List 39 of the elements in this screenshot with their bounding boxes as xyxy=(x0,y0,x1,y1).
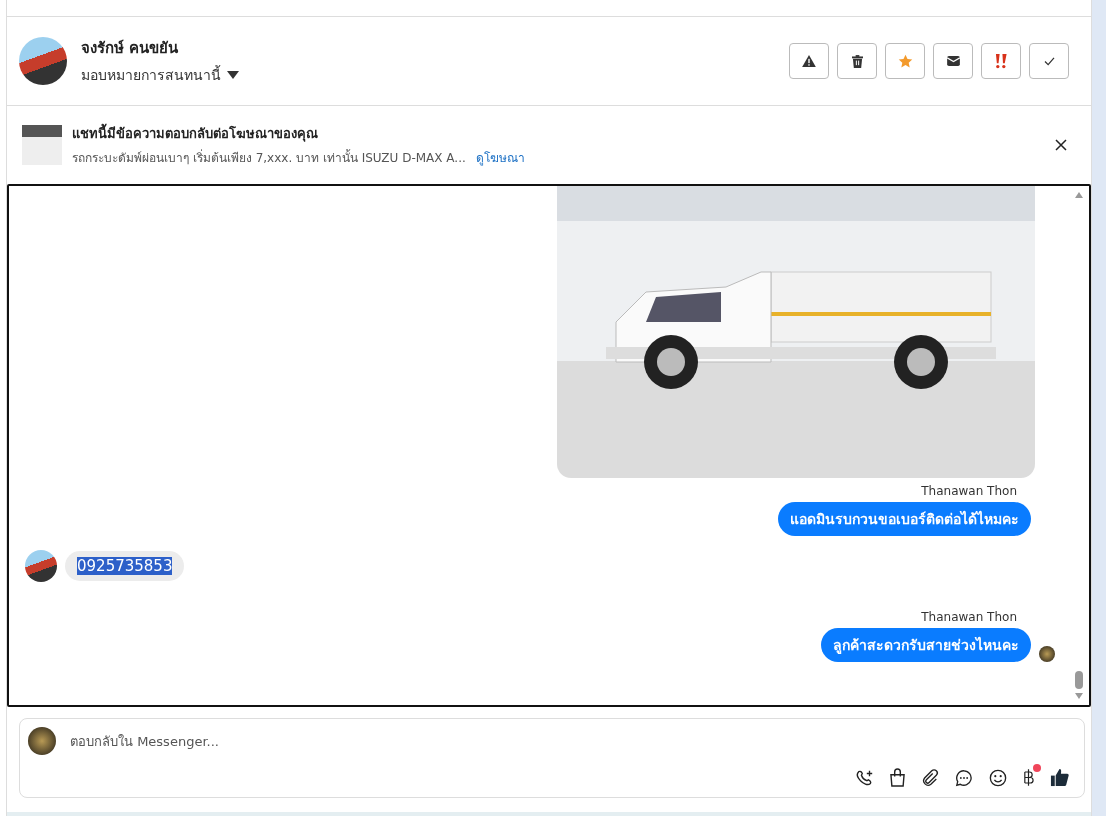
ad-description: รถกระบะดัมพ์ผ่อนเบาๆ เริ่มต้นเพียง 7,xxx. บาท เท่านั้น ISUZU D-MAX A... xyxy=(72,148,466,167)
phone-plus-icon xyxy=(856,768,874,787)
contact-avatar xyxy=(25,550,57,582)
contact-avatar xyxy=(19,37,67,85)
scroll-up-icon xyxy=(1075,192,1083,198)
baht-icon xyxy=(1023,768,1034,787)
scrollbar-thumb[interactable] xyxy=(1075,671,1083,689)
close-icon xyxy=(1055,139,1067,151)
star-icon xyxy=(897,53,913,69)
contact-name: จงรักษ์ คนขยัน xyxy=(81,38,180,59)
speech-bubble-icon xyxy=(955,768,973,787)
bag-button[interactable] xyxy=(887,766,908,789)
report-button[interactable] xyxy=(789,43,829,79)
paperclip-icon xyxy=(921,768,939,787)
ad-reply-notice: แชทนี้มีข้อความตอบกลับต่อโฆษณาของคุณ xyxy=(72,123,1041,144)
page-avatar xyxy=(28,727,56,755)
caret-icon xyxy=(227,71,239,79)
sender-name: Thanawan Thon xyxy=(921,484,1017,498)
message-bubble: ลูกค้าสะดวกรับสายช่วงไหนคะ xyxy=(821,628,1031,662)
thumbs-up-icon xyxy=(1050,768,1069,787)
double-exclamation-icon xyxy=(994,53,1008,69)
delete-button[interactable] xyxy=(837,43,877,79)
view-ad-link[interactable]: ดูโฆษณา xyxy=(475,148,525,167)
message-bubble: แอดมินรบกวนขอเบอร์ติดต่อได้ไหมคะ xyxy=(778,502,1031,536)
sender-name: Thanawan Thon xyxy=(921,610,1017,624)
seen-avatar xyxy=(1039,646,1055,662)
star-button[interactable] xyxy=(885,43,925,79)
checkmark-icon xyxy=(1043,56,1055,66)
mark-unread-button[interactable] xyxy=(933,43,973,79)
priority-button[interactable] xyxy=(981,43,1021,79)
scroll-down-icon xyxy=(1075,693,1083,699)
warning-icon xyxy=(802,55,816,67)
shopping-bag-icon xyxy=(890,768,905,787)
smiley-icon xyxy=(989,768,1007,787)
trash-icon xyxy=(851,54,863,68)
envelope-icon xyxy=(946,56,960,66)
assign-conversation-dropdown[interactable]: มอบหมายการสนทนานี้ xyxy=(81,64,239,86)
ad-thumbnail xyxy=(22,125,62,165)
message-bubble: 0925735853 xyxy=(65,551,185,581)
